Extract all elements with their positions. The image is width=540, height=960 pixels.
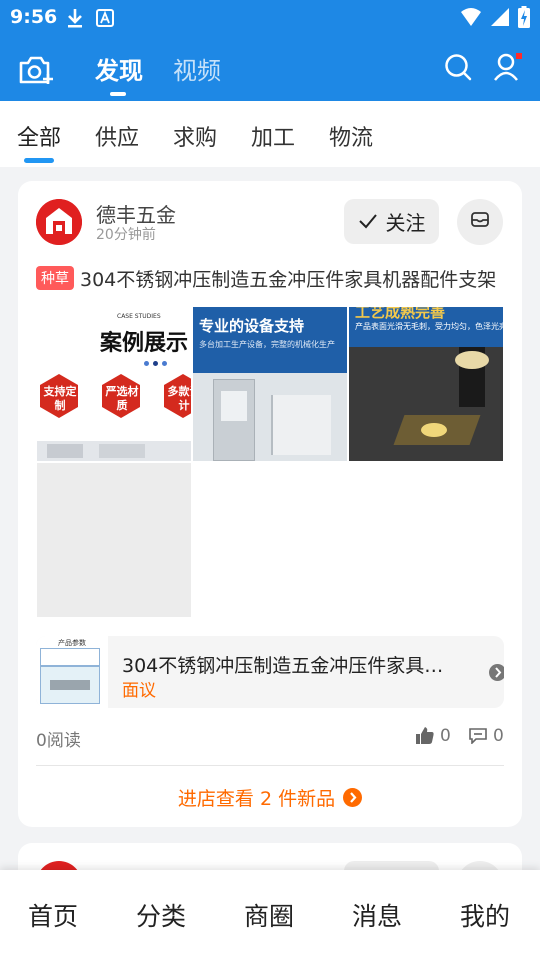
category-tabs: 全部 供应 求购 加工 物流 — [0, 101, 540, 167]
comment-icon[interactable] — [469, 728, 487, 748]
post-title-text: 304不锈钢冲压制造五金冲压件家具机器配件支架 — [80, 268, 497, 291]
post-tag: 种草 — [36, 266, 74, 290]
store-link[interactable]: 进店查看 2 件新品 — [18, 784, 522, 811]
image-title: 工艺成熟完善 — [355, 307, 446, 321]
tab-logistics[interactable]: 物流 — [329, 120, 373, 152]
status-bar: 9:56 — [0, 0, 540, 36]
image-title: 专业的设备支持 — [199, 317, 305, 335]
shop-avatar[interactable] — [36, 199, 82, 245]
category-tab-indicator — [24, 158, 54, 163]
download-icon — [66, 7, 84, 33]
comment-count: 0 — [493, 726, 504, 746]
image-subtitle: 产品表面光滑无毛刺，受力均匀，色泽光亮 — [355, 322, 503, 331]
divider — [36, 765, 504, 766]
signal-icon — [490, 7, 510, 31]
badge-custom: 支持定制 — [43, 385, 77, 412]
post-image-1[interactable]: CASE STUDIES 案例展示 支持定制 严选材质 多款设计 — [37, 307, 191, 461]
read-count: 0阅读 — [36, 731, 81, 751]
nav-home[interactable]: 首页 — [28, 897, 78, 933]
post-image-4[interactable] — [37, 463, 191, 617]
font-app-icon — [96, 9, 114, 31]
product-name: 304不锈钢冲压制造五金冲压件家具机器配件支架 — [122, 655, 452, 677]
chat-icon — [470, 211, 490, 233]
chevron-right-circle-icon — [343, 788, 363, 807]
nav-messages[interactable]: 消息 — [352, 897, 402, 933]
post-time: 20分钟前 — [96, 227, 156, 243]
product-card[interactable]: 产品参数 304不锈钢冲压制造五金冲压件家具机器配件支架 面议 — [36, 636, 504, 708]
badge-design: 多款设计 — [167, 385, 192, 412]
chevron-right-icon — [489, 664, 504, 681]
post-card[interactable]: 德丰五金 20分钟前 关注 种草 304不锈钢冲压制造五金冲压件家具机器配件支架… — [18, 181, 522, 827]
badge-material: 严选材质 — [105, 385, 139, 412]
wifi-icon — [460, 7, 482, 31]
product-price: 面议 — [122, 681, 156, 701]
battery-charging-icon — [518, 6, 530, 32]
post-image-2[interactable]: 专业的设备支持 多台加工生产设备，完整的机械化生产 — [193, 307, 347, 461]
follow-button[interactable]: 关注 — [344, 199, 439, 244]
status-time: 9:56 — [10, 6, 58, 28]
checkmark-icon — [358, 210, 378, 234]
tab-video[interactable]: 视频 — [173, 51, 221, 86]
product-thumb-label: 产品参数 — [58, 639, 86, 647]
camera-add-icon[interactable] — [18, 54, 56, 86]
image-subtitle: 多台加工生产设备，完整的机械化生产 — [199, 340, 335, 349]
image-title: 案例展示 — [100, 331, 189, 356]
store-link-label: 进店查看 2 件新品 — [177, 788, 336, 810]
user-profile-icon[interactable] — [493, 52, 523, 82]
nav-business-circle[interactable]: 商圈 — [244, 897, 294, 933]
app-header: 发现 视频 — [0, 36, 540, 101]
post-image-3[interactable]: 工艺成熟完善 产品表面光滑无毛刺，受力均匀，色泽光亮 — [349, 307, 503, 461]
search-icon[interactable] — [444, 53, 472, 81]
nav-category[interactable]: 分类 — [136, 897, 186, 933]
thumbs-up-icon[interactable] — [416, 727, 434, 748]
nav-me[interactable]: 我的 — [460, 897, 510, 933]
post-title[interactable]: 种草 304不锈钢冲压制造五金冲压件家具机器配件支架 — [36, 264, 504, 292]
image-caption-en: CASE STUDIES — [117, 313, 161, 320]
product-thumbnail: 产品参数 — [36, 636, 108, 708]
message-button[interactable] — [457, 199, 503, 245]
tab-processing[interactable]: 加工 — [251, 120, 295, 152]
follow-label: 关注 — [385, 211, 426, 235]
active-tab-indicator — [110, 92, 126, 96]
tab-discover[interactable]: 发现 — [95, 51, 143, 86]
tab-supply[interactable]: 供应 — [95, 120, 139, 152]
like-count: 0 — [440, 726, 451, 746]
tab-all[interactable]: 全部 — [17, 120, 61, 152]
bottom-nav: 首页 分类 商圈 消息 我的 — [0, 870, 540, 960]
tab-purchase[interactable]: 求购 — [173, 120, 217, 152]
